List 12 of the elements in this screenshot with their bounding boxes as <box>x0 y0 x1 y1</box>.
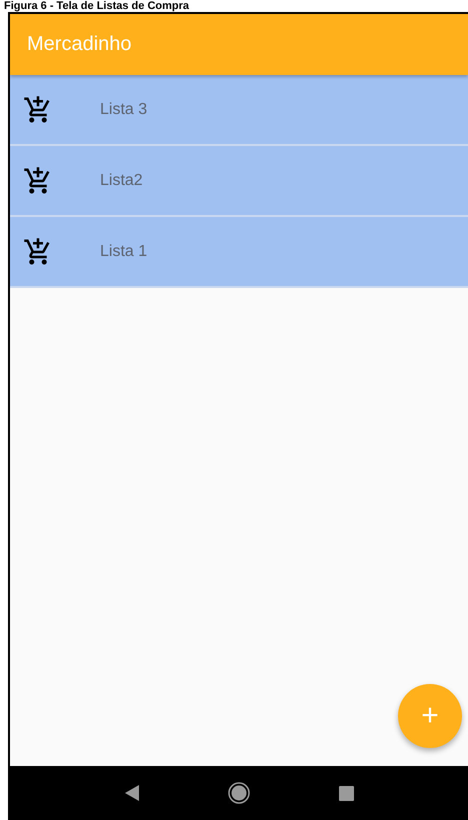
figure-caption: Figura 6 - Tela de Listas de Compra <box>3 0 190 12</box>
app-title: Mercadinho <box>27 33 132 56</box>
list-item[interactable]: Lista 3 <box>10 75 468 146</box>
back-icon[interactable] <box>124 785 138 801</box>
list-name: Lista2 <box>100 172 143 190</box>
list-item[interactable]: Lista2 <box>10 146 468 217</box>
list-item[interactable]: Lista 1 <box>10 217 468 288</box>
home-icon[interactable] <box>228 782 250 804</box>
list-name: Lista 3 <box>100 100 148 118</box>
add-button[interactable]: + <box>398 684 462 748</box>
list-name: Lista 1 <box>100 242 148 260</box>
recents-icon[interactable] <box>338 786 354 800</box>
